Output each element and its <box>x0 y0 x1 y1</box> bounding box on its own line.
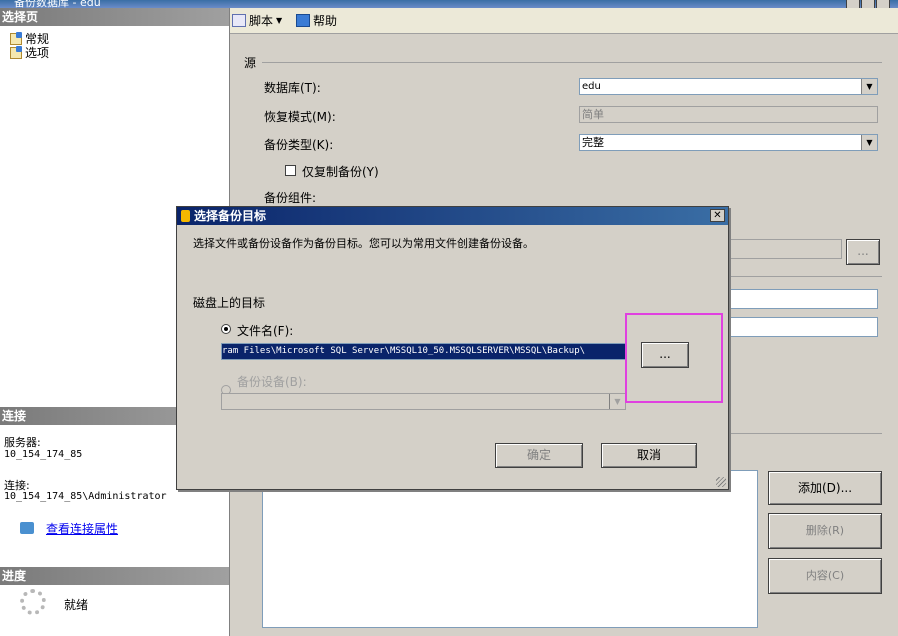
backup-destination-list[interactable] <box>262 470 758 628</box>
copy-only-label: 仅复制备份(Y) <box>302 165 379 179</box>
script-icon <box>232 14 246 27</box>
resize-grip-icon[interactable] <box>716 477 726 487</box>
file-name-radio[interactable] <box>221 324 231 334</box>
backup-component-label: 备份组件: <box>264 191 317 205</box>
progress-header: 进度 <box>0 567 229 585</box>
window-title-bar: 备份数据库 - edu <box>0 0 898 9</box>
add-button[interactable]: 添加(D)... <box>768 471 882 505</box>
page-item-label: 常规 <box>25 32 50 46</box>
backup-set-field <box>729 239 842 259</box>
source-divider <box>262 62 882 63</box>
backup-device-radio-label: 备份设备(B): <box>237 375 307 389</box>
page-icon <box>10 46 22 59</box>
page-item-options[interactable]: 选项 <box>10 46 49 60</box>
name-input[interactable] <box>729 289 878 309</box>
contents-button[interactable]: 内容(C) <box>768 558 882 594</box>
file-path-input[interactable]: ram Files\Microsoft SQL Server\MSSQL10_5… <box>221 343 626 360</box>
backup-type-select[interactable]: 完整 ▼ <box>579 134 878 151</box>
database-icon <box>181 210 190 222</box>
chevron-down-icon[interactable]: ▼ <box>861 135 877 150</box>
chevron-down-icon: ▼ <box>276 16 283 25</box>
server-value: 10_154_174_85 <box>4 449 83 460</box>
view-connection-properties-link[interactable]: 查看连接属性 <box>46 520 118 537</box>
backup-type-value: 完整 <box>582 136 604 149</box>
progress-status: 就绪 <box>64 598 89 612</box>
backup-device-select[interactable]: ▼ <box>221 393 626 410</box>
chevron-down-icon[interactable]: ▼ <box>861 79 877 94</box>
source-label: 源 <box>244 56 257 70</box>
divider <box>729 276 882 277</box>
backup-type-label: 备份类型(K): <box>264 138 334 152</box>
chevron-down-icon: ▼ <box>609 394 625 409</box>
database-value: edu <box>582 81 601 92</box>
recovery-model-label: 恢复模式(M): <box>264 110 336 124</box>
progress-spinner-icon <box>20 589 46 615</box>
script-button[interactable]: 脚本 ▼ <box>232 12 282 29</box>
dialog-description: 选择文件或备份设备作为备份目标。您可以为常用文件创建备份设备。 <box>193 237 534 250</box>
script-label: 脚本 <box>249 14 274 28</box>
help-button[interactable]: 帮助 <box>296 12 337 29</box>
dialog-title: 选择备份目标 <box>194 209 267 223</box>
dialog-close-button[interactable]: ✕ <box>710 209 725 222</box>
disk-destination-label: 磁盘上的目标 <box>193 296 266 310</box>
help-icon <box>296 14 310 27</box>
page-item-general[interactable]: 常规 <box>10 32 49 46</box>
copy-only-checkbox[interactable] <box>285 165 296 176</box>
ok-button[interactable]: 确定 <box>495 443 583 468</box>
page-icon <box>10 32 22 45</box>
database-select[interactable]: edu ▼ <box>579 78 878 95</box>
help-label: 帮助 <box>313 14 338 28</box>
cancel-button[interactable]: 取消 <box>601 443 697 468</box>
description-input[interactable] <box>729 317 878 337</box>
select-page-header: 选择页 <box>0 8 229 26</box>
recovery-model-field: 简单 <box>579 106 878 123</box>
file-name-radio-label: 文件名(F): <box>237 324 294 338</box>
server-label: 服务器: <box>4 436 41 449</box>
destination-divider <box>729 433 882 434</box>
delete-button[interactable]: 删除(R) <box>768 513 882 549</box>
connection-properties-icon <box>20 522 34 534</box>
dialog-title-bar: 选择备份目标 ✕ <box>177 207 728 225</box>
page-item-label: 选项 <box>25 46 50 60</box>
highlight-box <box>625 313 723 403</box>
database-label: 数据库(T): <box>264 81 321 95</box>
browse-disabled-button[interactable]: ... <box>846 239 880 265</box>
connection-value: 10_154_174_85\Administrator <box>4 491 167 502</box>
